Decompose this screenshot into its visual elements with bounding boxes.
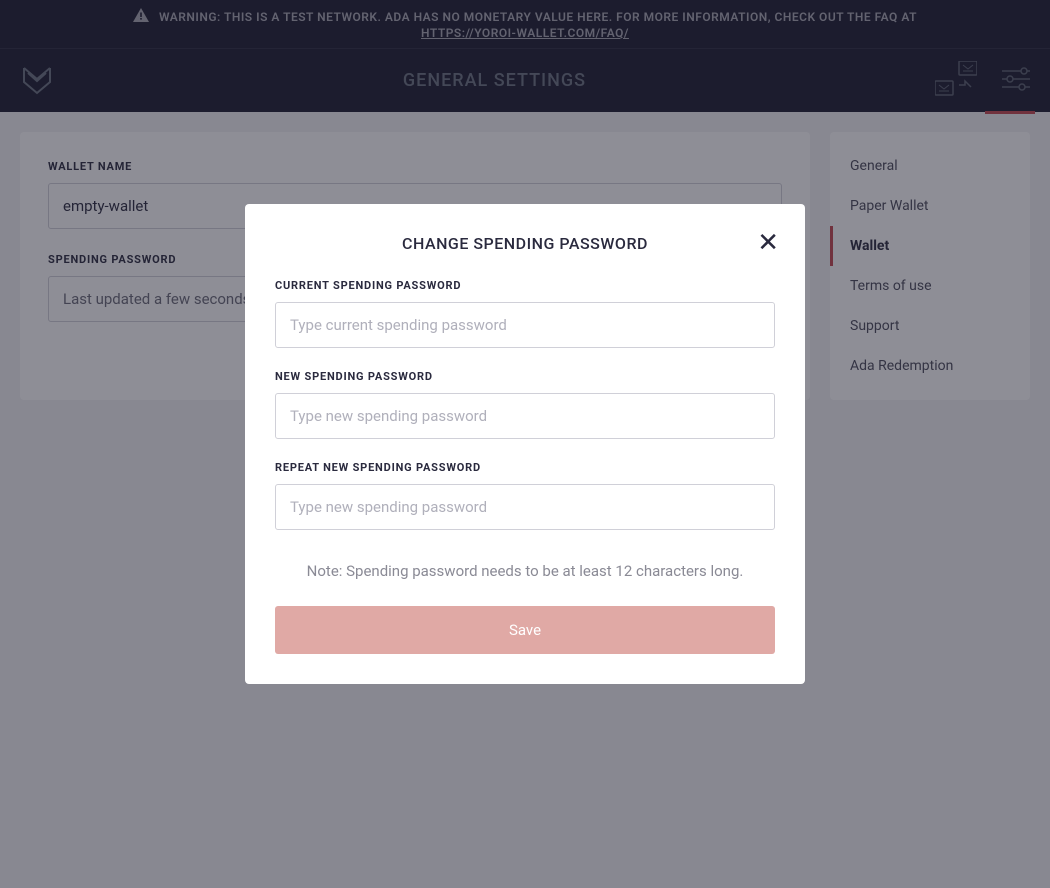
- new-password-label: NEW SPENDING PASSWORD: [275, 370, 775, 383]
- repeat-password-input[interactable]: [275, 484, 775, 530]
- modal-overlay[interactable]: CHANGE SPENDING PASSWORD ✕ CURRENT SPEND…: [0, 0, 1050, 888]
- current-password-label: CURRENT SPENDING PASSWORD: [275, 279, 775, 292]
- repeat-password-label: REPEAT NEW SPENDING PASSWORD: [275, 461, 775, 474]
- modal-title: CHANGE SPENDING PASSWORD: [275, 234, 775, 253]
- save-button[interactable]: Save: [275, 606, 775, 654]
- close-icon[interactable]: ✕: [757, 230, 779, 256]
- current-password-input[interactable]: [275, 302, 775, 348]
- new-password-input[interactable]: [275, 393, 775, 439]
- password-note: Note: Spending password needs to be at l…: [275, 562, 775, 580]
- change-spending-password-modal: CHANGE SPENDING PASSWORD ✕ CURRENT SPEND…: [245, 204, 805, 684]
